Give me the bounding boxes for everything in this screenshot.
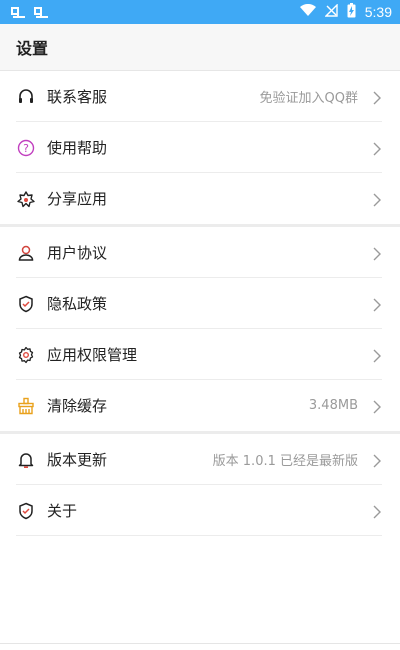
battery-charging-icon: [347, 2, 356, 22]
chevron-right-icon: [372, 348, 382, 362]
settings-list: 联系客服 免验证加入QQ群 ? 使用帮助 分享应用 用户协议 隐私政策 应用权限…: [0, 71, 400, 536]
settings-group-support: 联系客服 免验证加入QQ群 ? 使用帮助 分享应用: [0, 71, 400, 224]
broom-icon: [16, 396, 36, 416]
page-title: 设置: [16, 39, 49, 58]
notification-app-icon: [33, 5, 50, 20]
settings-item-label: 联系客服: [47, 88, 108, 106]
wifi-icon: [299, 3, 316, 21]
chevron-right-icon: [372, 246, 382, 260]
user-icon: [16, 243, 36, 263]
settings-item-share-app[interactable]: 分享应用: [0, 173, 400, 224]
settings-item-privacy-policy[interactable]: 隐私政策: [0, 278, 400, 329]
settings-item-label: 分享应用: [47, 190, 108, 208]
settings-item-label: 清除缓存: [47, 397, 108, 415]
settings-item-value: 版本 1.0.1 已经是最新版: [212, 454, 358, 469]
row-divider: [16, 535, 382, 536]
page-header: 设置: [0, 24, 400, 71]
no-signal-icon: [324, 2, 338, 21]
svg-text:?: ?: [23, 142, 29, 155]
bottom-divider: [0, 643, 400, 644]
settings-item-label: 使用帮助: [47, 139, 108, 157]
share-icon: [16, 189, 36, 209]
shield-icon: [16, 294, 36, 314]
chevron-right-icon: [372, 192, 382, 206]
settings-item-label: 版本更新: [47, 451, 108, 469]
chevron-right-icon: [372, 453, 382, 467]
settings-item-user-agreement[interactable]: 用户协议: [0, 227, 400, 278]
settings-item-clear-cache[interactable]: 清除缓存 3.48MB: [0, 380, 400, 431]
shield-icon: [16, 501, 36, 521]
status-bar-notifications: [10, 5, 50, 20]
settings-item-label: 应用权限管理: [47, 346, 138, 364]
status-bar: 5:39: [0, 0, 400, 24]
settings-item-app-permissions[interactable]: 应用权限管理: [0, 329, 400, 380]
bell-icon: [16, 450, 36, 470]
settings-item-version-update[interactable]: 版本更新 版本 1.0.1 已经是最新版: [0, 434, 400, 485]
chevron-right-icon: [372, 90, 382, 104]
settings-item-label: 用户协议: [47, 244, 108, 262]
settings-item-value: 免验证加入QQ群: [259, 91, 358, 106]
headset-icon: [16, 87, 36, 107]
chevron-right-icon: [372, 399, 382, 413]
help-icon: ?: [16, 138, 36, 158]
status-time: 5:39: [364, 4, 392, 20]
gear-icon: [16, 345, 36, 365]
settings-item-label: 隐私政策: [47, 295, 108, 313]
chevron-right-icon: [372, 504, 382, 518]
settings-item-label: 关于: [47, 502, 78, 520]
settings-item-contact-support[interactable]: 联系客服 免验证加入QQ群: [0, 71, 400, 122]
chevron-right-icon: [372, 297, 382, 311]
settings-item-value: 3.48MB: [308, 398, 358, 413]
settings-item-about[interactable]: 关于: [0, 485, 400, 536]
settings-group-about: 版本更新 版本 1.0.1 已经是最新版 关于: [0, 434, 400, 536]
notification-app-icon: [10, 5, 27, 20]
settings-group-legal: 用户协议 隐私政策 应用权限管理 清除缓存 3.48MB: [0, 227, 400, 431]
settings-item-help[interactable]: ? 使用帮助: [0, 122, 400, 173]
chevron-right-icon: [372, 141, 382, 155]
